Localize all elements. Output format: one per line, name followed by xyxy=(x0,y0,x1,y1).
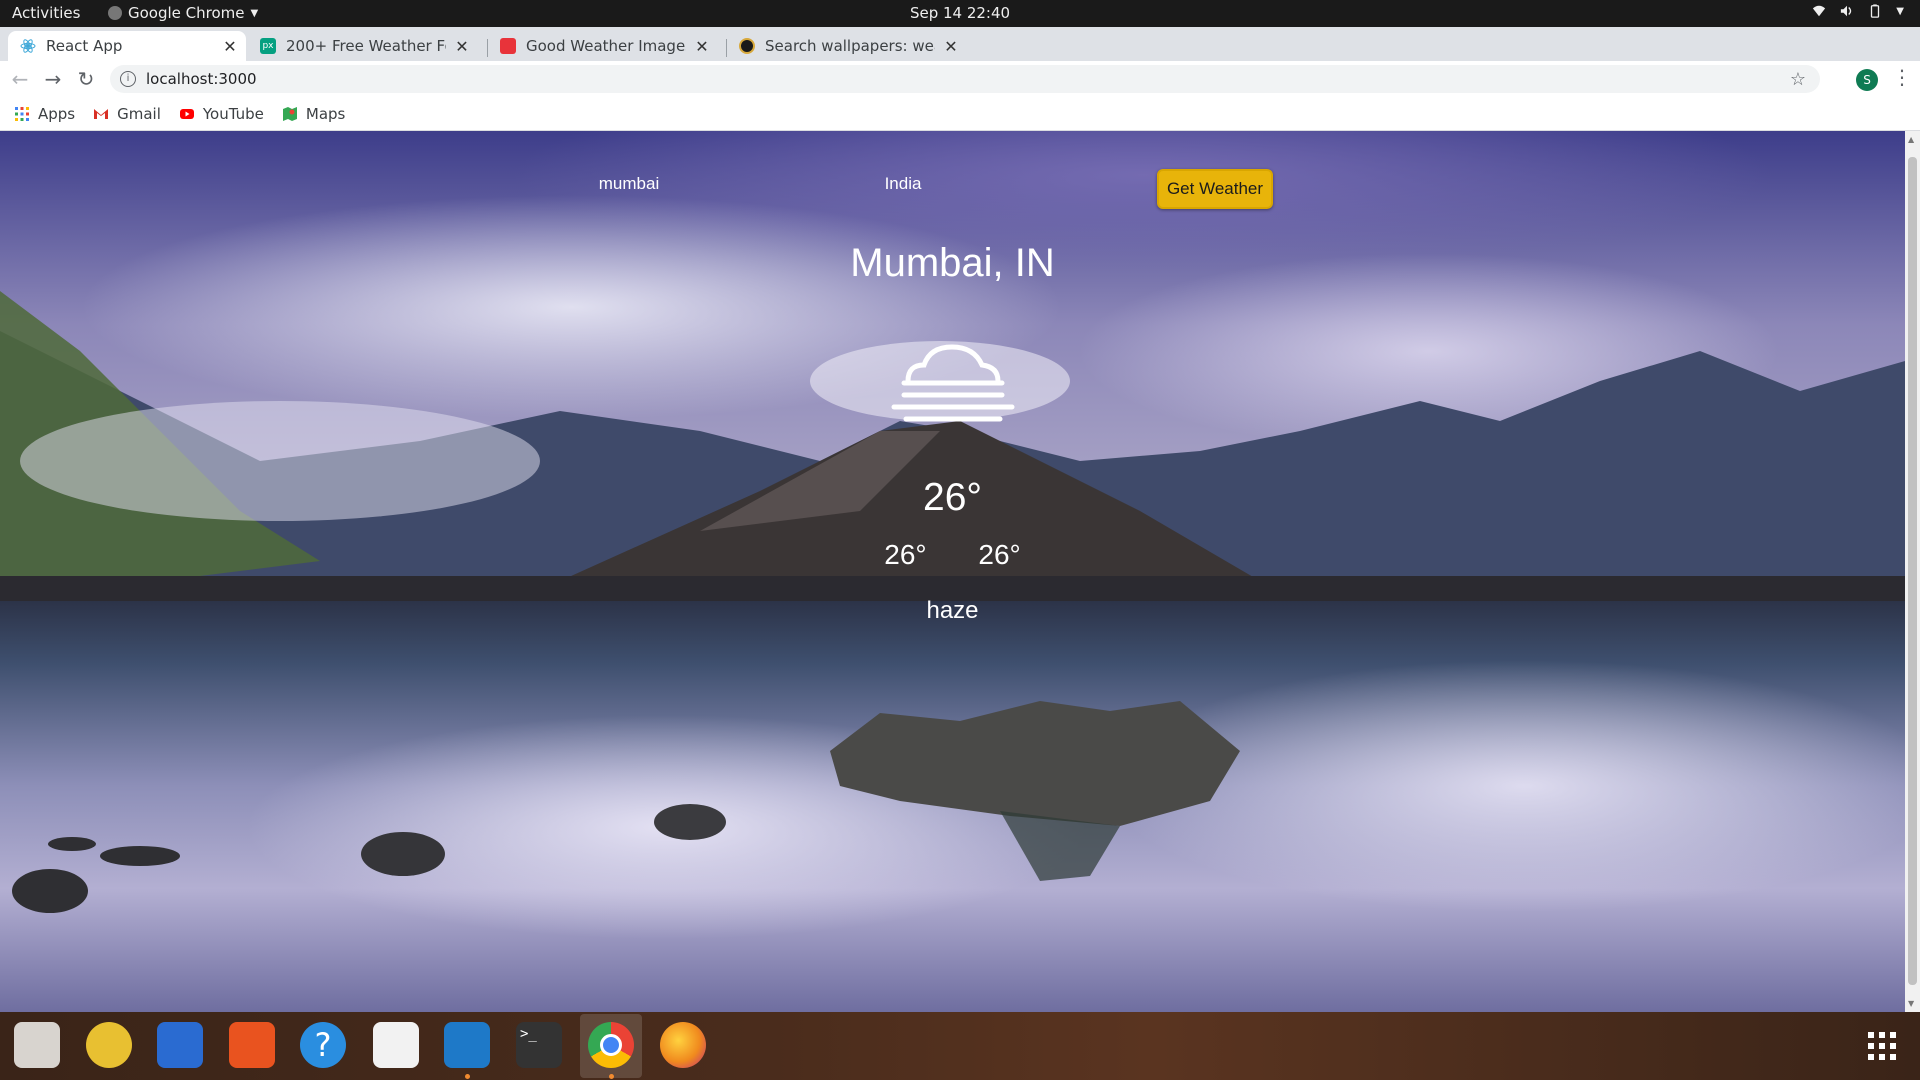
files-icon[interactable] xyxy=(14,1022,60,1068)
min-max-temperature: 26° 26° xyxy=(0,539,1905,571)
back-arrow-icon[interactable]: ← xyxy=(8,67,32,91)
youtube-icon xyxy=(179,108,194,119)
clock-container: Sep 14 22:40 xyxy=(0,4,1920,22)
system-tray[interactable]: ▼ xyxy=(1812,4,1904,18)
app-menu[interactable]: Google Chrome ▼ xyxy=(108,4,258,22)
site-info-icon[interactable]: i xyxy=(120,71,136,87)
bookmarks-bar: Apps Gmail YouTube Maps xyxy=(0,97,1920,131)
bookmark-youtube[interactable]: YouTube xyxy=(179,105,264,123)
pexels-icon: px xyxy=(260,38,276,54)
unsplash-icon xyxy=(500,38,516,54)
bookmark-apps[interactable]: Apps xyxy=(14,105,75,123)
chrome-small-icon xyxy=(108,6,122,20)
app-menu-label: Google Chrome xyxy=(128,4,245,22)
caret-down-icon: ▼ xyxy=(250,7,259,19)
tab-title: 200+ Free Weather Foreca xyxy=(286,37,446,55)
tab-strip: React App ✕ px 200+ Free Weather Foreca … xyxy=(0,27,1920,82)
apps-grid-icon xyxy=(15,106,29,121)
help-icon[interactable]: ? xyxy=(300,1022,346,1068)
scrollbar-thumb[interactable] xyxy=(1908,157,1917,985)
close-tab-icon[interactable]: ✕ xyxy=(694,37,710,56)
location-title: Mumbai, IN xyxy=(850,241,1055,285)
react-icon xyxy=(20,39,36,53)
bookmark-label: YouTube xyxy=(202,104,264,123)
chrome-icon[interactable] xyxy=(588,1022,634,1068)
software-center-icon[interactable] xyxy=(229,1022,275,1068)
bookmark-label: Gmail xyxy=(117,104,161,123)
weather-description: haze xyxy=(926,597,979,624)
text-editor-icon[interactable] xyxy=(373,1022,419,1068)
weather-app-page: Get Weather Mumbai, IN 26° 26° 26° haze xyxy=(0,131,1905,1012)
show-applications-icon[interactable] xyxy=(1866,1030,1898,1062)
bookmark-label: Maps xyxy=(305,104,346,123)
system-menu-caret-icon: ▼ xyxy=(1896,5,1904,17)
tab-pexels[interactable]: px 200+ Free Weather Foreca ✕ xyxy=(248,31,478,61)
close-tab-icon[interactable]: ✕ xyxy=(222,37,238,56)
tab-react-app[interactable]: React App ✕ xyxy=(8,31,246,61)
bookmark-label: Apps xyxy=(38,104,76,123)
tab-title: React App xyxy=(46,37,123,55)
battery-icon xyxy=(1871,4,1880,18)
url-text[interactable]: localhost:3000 xyxy=(146,70,257,88)
ubuntu-dock: ? >_ xyxy=(0,1012,1920,1080)
maps-icon xyxy=(282,106,297,121)
libreoffice-writer-icon[interactable] xyxy=(157,1022,203,1068)
close-tab-icon[interactable]: ✕ xyxy=(454,37,470,56)
reload-icon[interactable]: ↻ xyxy=(74,67,98,91)
rocks-decoration xyxy=(12,701,1240,913)
bookmark-gmail[interactable]: Gmail xyxy=(93,105,161,123)
lake-reflection xyxy=(0,601,1905,1012)
scroll-down-arrow-icon[interactable]: ▼ xyxy=(1908,999,1914,1008)
city-input[interactable] xyxy=(527,169,731,199)
running-indicator xyxy=(465,1074,470,1079)
tab-unsplash[interactable]: Good Weather Images, St ✕ xyxy=(488,31,718,61)
page-scrollbar[interactable]: ▲ ▼ xyxy=(1905,131,1920,1012)
gnome-top-bar: Activities Google Chrome ▼ Sep 14 22:40 … xyxy=(0,0,1920,27)
close-tab-icon[interactable]: ✕ xyxy=(943,37,959,56)
country-input[interactable] xyxy=(801,169,1005,199)
bookmark-maps[interactable]: Maps xyxy=(282,105,345,123)
clock[interactable]: Sep 14 22:40 xyxy=(910,4,1010,22)
scroll-up-arrow-icon[interactable]: ▲ xyxy=(1908,135,1914,144)
vscode-icon[interactable] xyxy=(444,1022,490,1068)
max-temperature: 26° xyxy=(978,539,1021,570)
bookmark-star-icon[interactable]: ☆ xyxy=(1790,69,1806,90)
activities-button[interactable]: Activities xyxy=(12,4,80,22)
tab-wallhaven[interactable]: Search wallpapers: weath ✕ xyxy=(727,31,967,61)
browser-toolbar: ← → ↻ i localhost:3000 ☆ S ⋮ xyxy=(0,61,1920,97)
min-temperature: 26° xyxy=(884,539,927,570)
current-temperature: 26° xyxy=(923,476,982,519)
more-menu-icon[interactable]: ⋮ xyxy=(1892,65,1912,89)
address-bar[interactable]: i localhost:3000 ☆ xyxy=(110,65,1820,93)
profile-avatar[interactable]: S xyxy=(1856,69,1878,91)
volume-icon xyxy=(1841,5,1852,17)
terminal-icon[interactable]: >_ xyxy=(516,1022,562,1068)
get-weather-button[interactable]: Get Weather xyxy=(1157,169,1273,209)
chrome-center-icon xyxy=(600,1034,622,1056)
running-indicator xyxy=(609,1074,614,1079)
tab-title: Search wallpapers: weath xyxy=(765,37,935,55)
wifi-icon xyxy=(1813,5,1826,17)
gmail-icon xyxy=(94,108,109,119)
firefox-icon[interactable] xyxy=(660,1022,706,1068)
forward-arrow-icon[interactable]: → xyxy=(41,67,65,91)
wallhaven-icon xyxy=(739,38,755,54)
tab-title: Good Weather Images, St xyxy=(526,37,686,55)
fog-haze-icon xyxy=(891,344,1015,422)
rhythmbox-icon[interactable] xyxy=(86,1022,132,1068)
